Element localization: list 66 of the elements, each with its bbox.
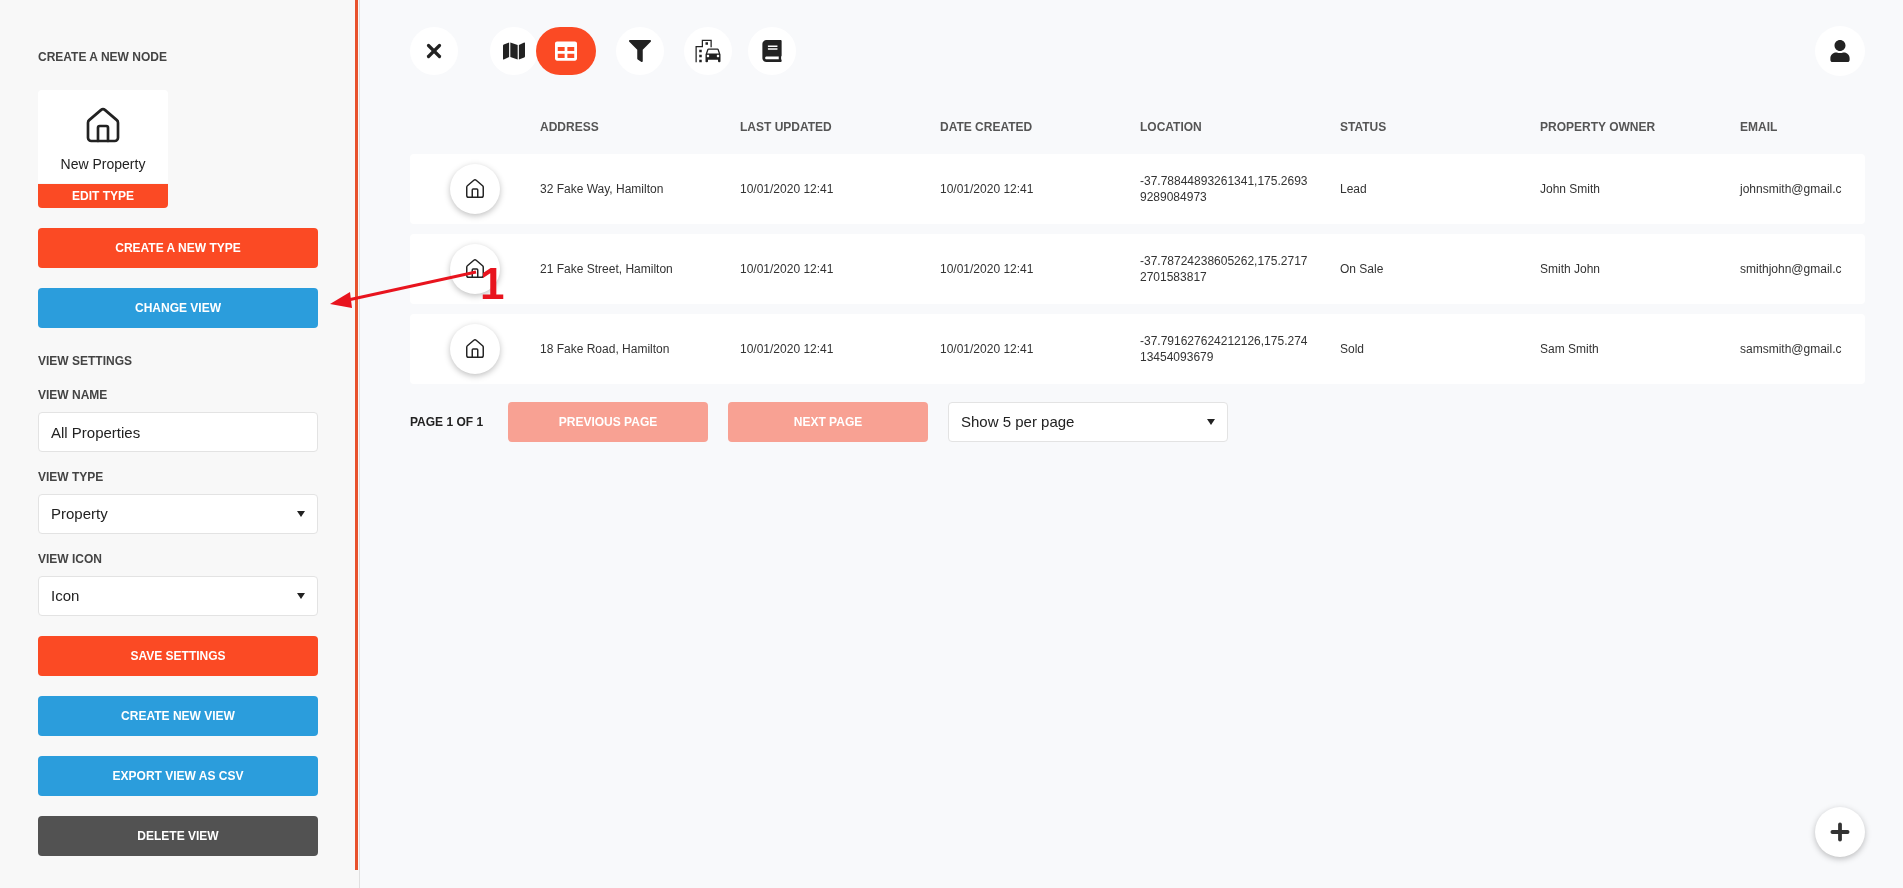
table-cell-text: 10/01/2020 12:41 bbox=[940, 341, 1035, 357]
book-icon bbox=[761, 40, 783, 62]
per-page-select[interactable]: Show 5 per page bbox=[948, 402, 1228, 442]
user-button[interactable] bbox=[1815, 26, 1865, 76]
filter-icon bbox=[629, 40, 651, 62]
toolbar-button[interactable] bbox=[684, 27, 732, 75]
table-cell-text: 32 Fake Way, Hamilton bbox=[540, 181, 665, 197]
select-value: Show 5 per page bbox=[961, 411, 1075, 432]
table-cell-text: 10/01/2020 12:41 bbox=[940, 261, 1035, 277]
select-field[interactable]: Icon bbox=[38, 576, 318, 616]
row-icon-button[interactable] bbox=[450, 324, 500, 374]
map-icon bbox=[503, 40, 525, 62]
section-heading: VIEW SETTINGS bbox=[38, 353, 133, 370]
table-cell-text: 10/01/2020 12:41 bbox=[740, 341, 835, 357]
column-header: ADDRESS bbox=[540, 120, 599, 134]
table-cell-text: 10/01/2020 12:41 bbox=[740, 261, 835, 277]
text-field[interactable]: All Properties bbox=[38, 412, 318, 452]
toolbar-button[interactable] bbox=[490, 27, 538, 75]
column-header: LOCATION bbox=[1140, 120, 1202, 134]
table-row[interactable]: 18 Fake Road, Hamilton 10/01/2020 12:41 10/01/2020 12:41 -37.791627624212126,175.27413454093679 Sold Sam Smith samsmith@gmail.c bbox=[410, 314, 1865, 384]
table-cell-text: Lead bbox=[1340, 181, 1368, 197]
add-button[interactable] bbox=[1815, 807, 1865, 857]
column-header: PROPERTY OWNER bbox=[1540, 120, 1656, 134]
field-label: VIEW ICON bbox=[38, 551, 103, 568]
annotation-number: 1 bbox=[480, 262, 505, 306]
table-cell-text: On Sale bbox=[1340, 261, 1385, 277]
table-cell-text: Sold bbox=[1340, 341, 1366, 357]
table-cell-text: smithjohn@gmail.c bbox=[1740, 261, 1843, 277]
toolbar-button[interactable] bbox=[410, 27, 458, 75]
house-icon bbox=[464, 178, 486, 200]
table-cell-text: 21 Fake Street, Hamilton bbox=[540, 261, 674, 277]
toolbar-button[interactable] bbox=[616, 27, 664, 75]
table-cell-text: -37.78724238605262,175.27172701583817 bbox=[1140, 253, 1309, 285]
node-card[interactable]: New Property bbox=[38, 90, 168, 183]
table-cell-text: Sam Smith bbox=[1540, 341, 1600, 357]
column-header: DATE CREATED bbox=[940, 120, 1033, 134]
user-icon bbox=[1829, 40, 1851, 62]
table-cell-text: Smith John bbox=[1540, 261, 1602, 277]
table-cell-text: johnsmith@gmail.c bbox=[1740, 181, 1843, 197]
table-cell-text: samsmith@gmail.c bbox=[1740, 341, 1843, 357]
house-icon bbox=[464, 338, 486, 360]
caret-icon bbox=[297, 593, 305, 599]
sidebar-button[interactable]: DELETE VIEW bbox=[38, 816, 318, 856]
row-icon-button[interactable] bbox=[450, 164, 500, 214]
column-header: LAST UPDATED bbox=[740, 120, 832, 134]
caret-icon bbox=[297, 511, 305, 517]
table-cell-text: John Smith bbox=[1540, 181, 1602, 197]
page-indicator: PAGE 1 OF 1 bbox=[410, 414, 485, 431]
column-header: STATUS bbox=[1340, 120, 1387, 134]
table-row[interactable]: 32 Fake Way, Hamilton 10/01/2020 12:41 10/01/2020 12:41 -37.78844893261341,175.26939289084973 Lead John Smith johnsmith@gmail.c bbox=[410, 154, 1865, 224]
node-label: New Property bbox=[60, 155, 146, 174]
field-label: VIEW TYPE bbox=[38, 469, 105, 486]
select-value: Property bbox=[51, 503, 108, 524]
toolbar-button[interactable] bbox=[748, 27, 796, 75]
table-cell-text: 10/01/2020 12:41 bbox=[740, 181, 835, 197]
table-cell-text: 10/01/2020 12:41 bbox=[940, 181, 1035, 197]
table-cell-text: -37.791627624212126,175.27413454093679 bbox=[1140, 333, 1309, 365]
field-label: VIEW NAME bbox=[38, 387, 109, 404]
select-field[interactable]: Property bbox=[38, 494, 318, 534]
table-cell-text: -37.78844893261341,175.26939289084973 bbox=[1140, 173, 1309, 205]
table-icon bbox=[555, 40, 577, 62]
select-value: Icon bbox=[51, 585, 80, 606]
caret-icon bbox=[1207, 419, 1215, 425]
column-header: EMAIL bbox=[1740, 120, 1778, 134]
table-cell-text: 18 Fake Road, Hamilton bbox=[540, 341, 671, 357]
section-heading: CREATE A NEW NODE bbox=[38, 49, 168, 66]
